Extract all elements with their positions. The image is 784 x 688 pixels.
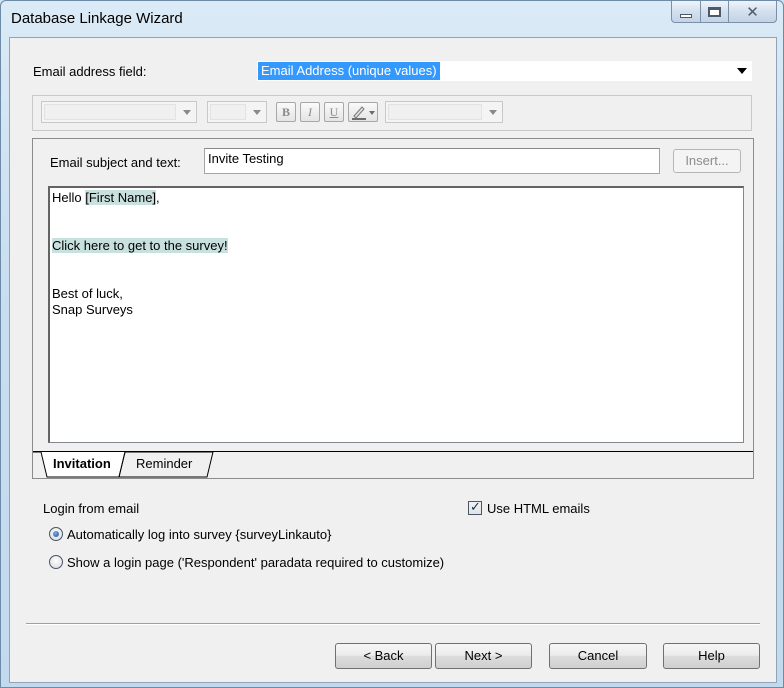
email-address-field-dropdown[interactable]: Email Address (unique values)	[257, 61, 752, 81]
auto-login-radio[interactable]	[49, 527, 63, 541]
style-value	[388, 104, 482, 120]
body-signature-line: Snap Surveys	[52, 302, 133, 317]
message-tabs: Invitation Reminder	[33, 451, 753, 479]
email-body-editor[interactable]: Hello [First Name], Click here to get to…	[48, 186, 744, 443]
use-html-emails-checkbox[interactable]: ✓	[468, 499, 482, 515]
chevron-down-icon	[253, 110, 261, 115]
close-button[interactable]: ✕	[729, 1, 777, 23]
maximize-icon	[708, 6, 721, 17]
window-title: Database Linkage Wizard	[11, 10, 183, 27]
window-controls: ✕	[671, 1, 777, 23]
help-button[interactable]: Help	[663, 643, 760, 669]
body-blank-line	[52, 270, 741, 286]
login-page-radio[interactable]	[49, 555, 63, 569]
tab-reminder[interactable]: Reminder	[122, 452, 206, 478]
font-name-dropdown[interactable]	[41, 101, 197, 123]
tab-invitation[interactable]: Invitation	[39, 452, 125, 478]
style-dropdown[interactable]	[385, 101, 503, 123]
checkmark-icon: ✓	[470, 499, 481, 514]
pen-icon	[352, 106, 375, 120]
title-bar[interactable]: Database Linkage Wizard ✕	[1, 1, 783, 37]
chevron-down-icon	[737, 68, 747, 74]
underline-button[interactable]: U	[324, 102, 344, 122]
email-address-field-value: Email Address (unique values)	[258, 62, 440, 80]
font-name-value	[44, 104, 176, 120]
highlight-color-button[interactable]	[348, 102, 378, 122]
first-name-merge-field[interactable]: [First Name]	[85, 190, 157, 205]
wizard-window: Database Linkage Wizard ✕ Email address …	[0, 0, 784, 688]
body-greeting-suffix: ,	[156, 190, 160, 205]
chevron-down-icon	[489, 110, 497, 115]
body-greeting-line: Hello [First Name],	[52, 190, 741, 206]
body-closing-line: Best of luck,	[52, 286, 123, 301]
email-address-field-label: Email address field:	[33, 64, 147, 79]
footer-separator	[26, 623, 760, 625]
body-blank-line	[52, 206, 741, 222]
login-from-email-label: Login from email	[43, 501, 140, 516]
minimize-icon	[680, 13, 692, 18]
italic-button[interactable]: I	[300, 102, 320, 122]
body-greeting-prefix: Hello	[52, 190, 86, 205]
maximize-button[interactable]	[701, 1, 729, 23]
chevron-down-icon	[183, 110, 191, 115]
back-button[interactable]: < Back	[335, 643, 432, 669]
cancel-button[interactable]: Cancel	[549, 643, 647, 669]
font-size-value	[210, 104, 246, 120]
bold-button[interactable]: B	[276, 102, 296, 122]
email-subject-input[interactable]: Invite Testing	[204, 148, 660, 174]
body-blank-line	[52, 222, 741, 238]
insert-button[interactable]: Insert...	[673, 149, 741, 173]
format-toolbar: B I U	[32, 95, 752, 131]
dialog-client-area: Email address field: Email Address (uniq…	[9, 37, 777, 683]
minimize-button[interactable]	[671, 1, 701, 23]
use-html-emails-label[interactable]: Use HTML emails	[487, 501, 590, 516]
close-icon: ✕	[746, 3, 759, 21]
next-button[interactable]: Next >	[435, 643, 532, 669]
survey-link-field[interactable]: Click here to get to the survey!	[52, 238, 228, 253]
body-link-line: Click here to get to the survey!	[52, 238, 741, 254]
email-subject-label: Email subject and text:	[50, 155, 181, 170]
font-size-dropdown[interactable]	[207, 101, 267, 123]
body-blank-line	[52, 254, 741, 270]
login-page-label[interactable]: Show a login page ('Respondent' paradata…	[67, 555, 444, 570]
auto-login-label[interactable]: Automatically log into survey {surveyLin…	[67, 527, 331, 542]
message-editor-frame: Email subject and text: Invite Testing I…	[32, 138, 754, 479]
